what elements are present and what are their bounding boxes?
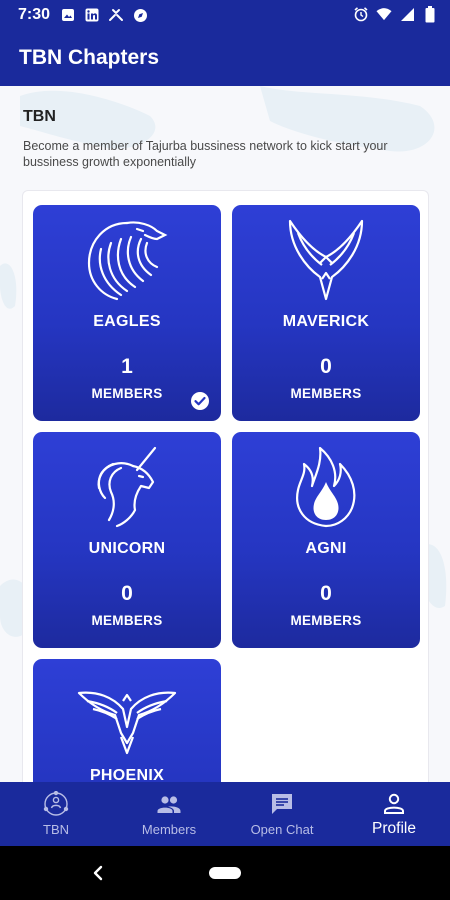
chapter-tile-eagles[interactable]: EAGLES 1 MEMBERS	[33, 205, 221, 421]
chapter-name: EAGLES	[93, 313, 161, 330]
linkedin-icon	[84, 7, 100, 23]
chapter-tile-maverick[interactable]: MAVERICK 0 MEMBERS	[232, 205, 420, 421]
phoenix-icon	[77, 691, 177, 755]
network-icon	[43, 791, 69, 816]
tools-icon	[108, 7, 124, 23]
nav-item-profile[interactable]: Profile	[338, 782, 450, 846]
wifi-icon	[376, 6, 392, 22]
group-icon	[157, 796, 181, 813]
maverick-bird-icon	[288, 219, 364, 301]
joined-check-icon	[191, 392, 209, 410]
chat-icon	[272, 794, 292, 814]
chapter-tile-agni[interactable]: AGNI 0 MEMBERS	[232, 432, 420, 648]
chapter-members-label: MEMBERS	[290, 386, 362, 401]
status-bar: 7:30	[0, 0, 450, 30]
section-title: TBN	[23, 108, 56, 125]
chapter-tile-phoenix[interactable]: PHOENIX	[33, 659, 221, 782]
back-icon[interactable]	[91, 863, 105, 883]
person-icon	[384, 793, 404, 814]
alarm-icon	[353, 6, 369, 22]
chapter-name: PHOENIX	[89, 767, 165, 782]
content-area[interactable]: TBN Become a member of Tajurba bussiness…	[0, 86, 450, 782]
chapter-tile-unicorn[interactable]: UNICORN 0 MEMBERS	[33, 432, 221, 648]
chapter-members-label: MEMBERS	[91, 613, 163, 628]
status-time: 7:30	[18, 6, 51, 23]
unicorn-icon	[97, 446, 157, 528]
nav-item-open-chat[interactable]: Open Chat	[226, 782, 338, 846]
chapter-member-count: 0	[320, 355, 332, 378]
chapter-name: AGNI	[305, 540, 347, 557]
bottom-navigation: TBN Members Open Chat Profile	[0, 782, 450, 846]
chapter-member-count: 0	[320, 582, 332, 605]
nav-label: Open Chat	[250, 822, 314, 837]
eagle-icon	[87, 221, 168, 301]
flame-icon	[296, 446, 356, 528]
nav-label: Profile	[372, 820, 416, 837]
chapter-name: UNICORN	[88, 540, 166, 557]
chapter-member-count: 1	[121, 355, 133, 378]
page-title: TBN Chapters	[19, 46, 160, 69]
signal-icon	[399, 6, 415, 22]
chapter-members-label: MEMBERS	[290, 613, 362, 628]
image-icon	[60, 7, 76, 23]
section-description: Become a member of Tajurba bussiness net…	[23, 139, 388, 169]
nav-item-members[interactable]: Members	[113, 782, 225, 846]
home-button[interactable]	[209, 867, 241, 879]
compass-icon	[132, 7, 148, 23]
app-bar: TBN Chapters	[0, 30, 450, 86]
battery-icon	[422, 5, 438, 22]
nav-item-tbn[interactable]: TBN	[0, 782, 112, 846]
chapter-name: MAVERICK	[282, 313, 370, 330]
chapters-panel: EAGLES 1 MEMBERS MAVERICK 0 MEMBERS UNIC…	[22, 190, 429, 782]
system-navigation-bar	[0, 846, 450, 900]
nav-label: Members	[141, 822, 197, 837]
chapter-member-count: 0	[121, 582, 133, 605]
nav-label: TBN	[43, 822, 69, 837]
